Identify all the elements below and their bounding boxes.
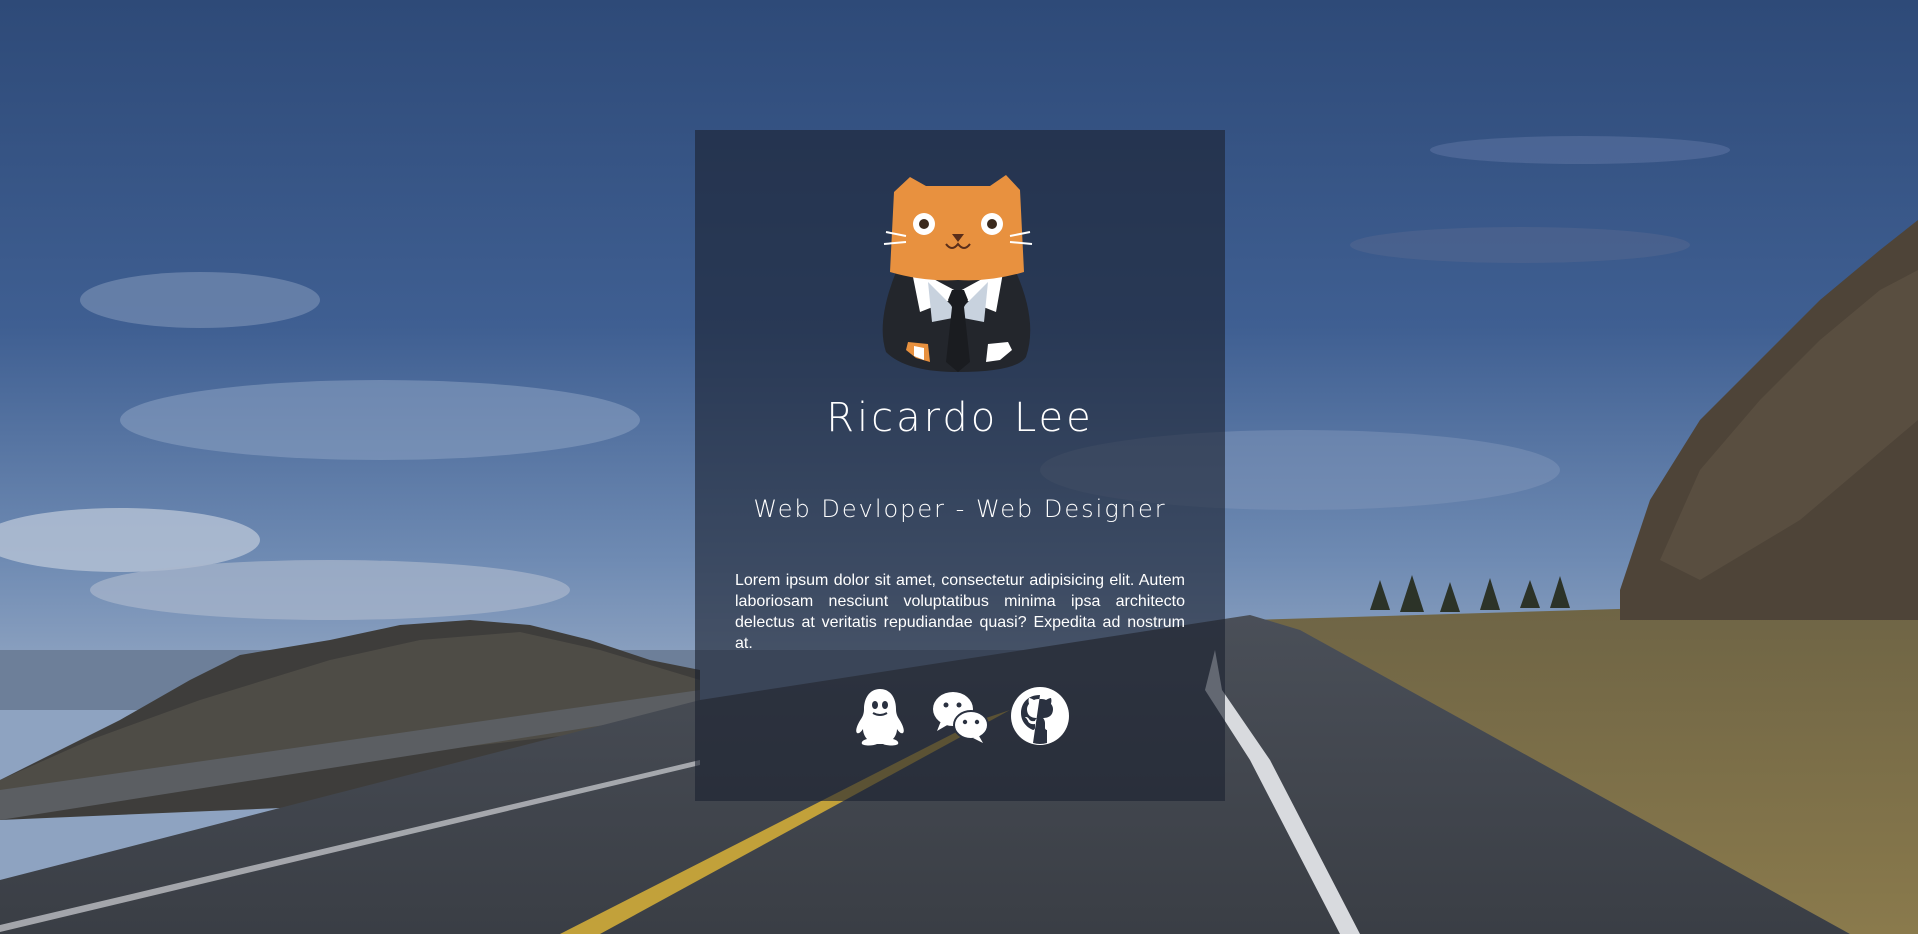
- profile-name: Ricardo Lee: [826, 395, 1094, 441]
- cat-avatar-icon: [866, 172, 1050, 372]
- qq-penguin-icon[interactable]: [849, 685, 911, 747]
- github-icon[interactable]: [1009, 685, 1071, 747]
- profile-bio: Lorem ipsum dolor sit amet, consectetur …: [735, 572, 1185, 652]
- social-links: [695, 685, 1225, 747]
- wechat-icon[interactable]: [929, 685, 991, 747]
- profile-subtitle: Web Devloper - Web Designer: [753, 495, 1167, 523]
